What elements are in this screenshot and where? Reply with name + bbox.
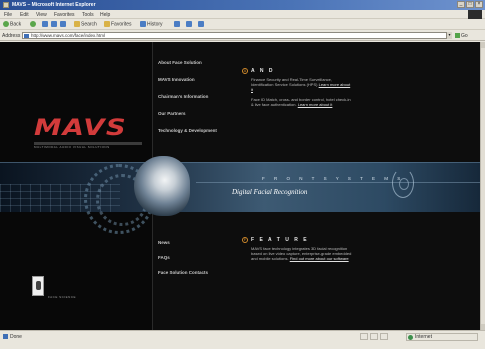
- minimize-button[interactable]: _: [457, 1, 465, 8]
- print-icon: [186, 21, 192, 27]
- section-link[interactable]: Learn more about it: [298, 102, 333, 107]
- swirl-graphic-inner: [399, 178, 409, 190]
- nav-chairmans-information[interactable]: Chairman's Information: [158, 94, 238, 99]
- close-button[interactable]: ×: [475, 1, 483, 8]
- menu-file[interactable]: File: [4, 12, 12, 18]
- search-button[interactable]: Search: [74, 21, 97, 28]
- face-image: [134, 156, 190, 216]
- nav-face-solution-contacts[interactable]: Face Solution Contacts: [158, 270, 238, 275]
- banner-spaced-text: F R O N T S Y S T E M S: [262, 176, 405, 181]
- hero-banner: F R O N T S Y S T E M S Digital Facial R…: [0, 156, 480, 234]
- section-feature: F F E A T U R E MAVS face technology int…: [242, 237, 353, 261]
- window-title: MAVS – Microsoft Internet Explorer: [12, 2, 96, 8]
- forward-button[interactable]: [30, 21, 37, 28]
- edit-button[interactable]: [198, 21, 205, 28]
- security-zone: Internet: [406, 333, 478, 341]
- mail-icon: [174, 21, 180, 27]
- top-navigation: About Face Solution MAVS Innovation Chai…: [158, 60, 238, 145]
- menu-help[interactable]: Help: [100, 12, 110, 18]
- favorites-button[interactable]: Favorites: [104, 21, 132, 28]
- history-icon: [140, 21, 146, 27]
- home-button[interactable]: [60, 21, 67, 28]
- banner-caption: Digital Facial Recognition: [232, 188, 308, 196]
- browser-app-icon: [3, 2, 9, 8]
- window-title-bar: MAVS – Microsoft Internet Explorer _ □ ×: [0, 0, 485, 10]
- address-dropdown-button[interactable]: ▾: [446, 32, 452, 39]
- status-bar: Done Internet: [0, 330, 485, 349]
- section-badge-icon: A: [242, 68, 248, 74]
- section-and: A A N D Finance Security and Real-Time S…: [242, 68, 353, 92]
- menu-bar: File Edit View Favorites Tools Help: [0, 10, 485, 19]
- address-label: Address: [2, 33, 21, 39]
- nav-faqs[interactable]: FAQs: [158, 255, 238, 260]
- favorites-icon: [104, 21, 110, 27]
- menu-favorites[interactable]: Favorites: [54, 12, 75, 18]
- status-text: Done: [3, 334, 22, 340]
- forward-arrow-icon: [30, 21, 36, 27]
- nav-our-partners[interactable]: Our Partners: [158, 111, 238, 116]
- go-button[interactable]: Go: [455, 33, 468, 39]
- banner-top-line: [0, 162, 480, 163]
- mavs-logo[interactable]: MAVS: [34, 116, 127, 141]
- footer-brand: FACE SCIENCE: [48, 295, 77, 299]
- menu-edit[interactable]: Edit: [20, 12, 29, 18]
- print-button[interactable]: [186, 21, 193, 28]
- section-title: F E A T U R E: [251, 237, 309, 243]
- stop-button[interactable]: [42, 21, 49, 28]
- window-controls: _ □ ×: [457, 1, 483, 8]
- home-icon: [60, 21, 66, 27]
- address-input[interactable]: http://www.mavs.com/face/index.html: [22, 32, 452, 39]
- maximize-button[interactable]: □: [466, 1, 474, 8]
- refresh-icon: [51, 21, 57, 27]
- logo-tagline: MULTIMODAL AUDIO VISUAL SOLUTIONS: [34, 145, 110, 149]
- history-button[interactable]: History: [140, 21, 163, 28]
- menu-view[interactable]: View: [36, 12, 47, 18]
- menu-tools[interactable]: Tools: [82, 12, 94, 18]
- section-title: A N D: [251, 68, 275, 74]
- windows-logo-icon: [468, 10, 482, 19]
- nav-mavs-innovation[interactable]: MAVS Innovation: [158, 77, 238, 82]
- status-cells: [360, 333, 388, 340]
- section-face-id: Face ID Match, cross- and border control…: [242, 94, 353, 107]
- vertical-scrollbar[interactable]: [480, 42, 485, 330]
- banner-mid-line: [196, 182, 480, 183]
- address-bar: Address http://www.mavs.com/face/index.h…: [0, 30, 485, 41]
- status-cell: [370, 333, 378, 340]
- bottom-navigation: News FAQs Face Solution Contacts: [158, 240, 238, 285]
- status-cell: [380, 333, 388, 340]
- standard-toolbar: Back Search Favorites History: [0, 19, 485, 30]
- back-button[interactable]: Back: [3, 21, 21, 28]
- edit-icon: [198, 21, 204, 27]
- search-icon: [74, 21, 80, 27]
- page-content: MAVS MULTIMODAL AUDIO VISUAL SOLUTIONS A…: [0, 42, 480, 330]
- section-link[interactable]: Find out more about our software: [290, 256, 349, 261]
- nav-technology-development[interactable]: Technology & Development: [158, 128, 238, 133]
- mail-button[interactable]: [174, 21, 181, 28]
- scroll-up-button[interactable]: [481, 42, 485, 48]
- nav-about-face-solution[interactable]: About Face Solution: [158, 60, 238, 65]
- face-science-card-icon[interactable]: [32, 276, 44, 296]
- refresh-button[interactable]: [51, 21, 58, 28]
- back-arrow-icon: [3, 21, 9, 27]
- nav-news[interactable]: News: [158, 240, 238, 245]
- section-badge-icon: F: [242, 237, 248, 243]
- stop-icon: [42, 21, 48, 27]
- status-cell: [360, 333, 368, 340]
